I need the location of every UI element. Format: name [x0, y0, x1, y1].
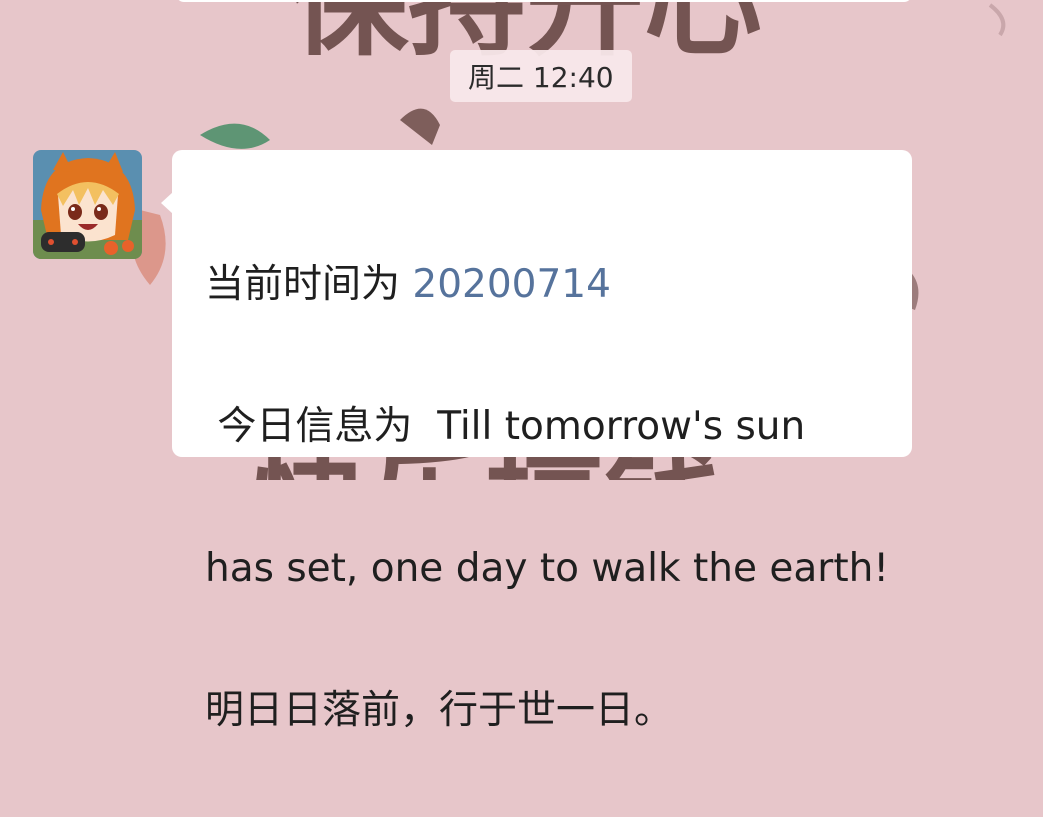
- message-timestamp: 周二 12:40: [450, 50, 632, 102]
- message-line-2: 今日信息为 Till tomorrow's sun: [205, 404, 806, 449]
- date-link[interactable]: 20200714: [412, 262, 611, 307]
- message-bubble[interactable]: 当前时间为 20200714 今日信息为 Till tomorrow's sun…: [161, 150, 912, 733]
- previous-message-bubble[interactable]: [176, 0, 912, 2]
- message-line-1: 当前时间为 20200714: [205, 249, 905, 320]
- message-prefix: 当前时间为: [205, 262, 413, 307]
- avatar-image: [33, 150, 142, 259]
- message-text: 当前时间为 20200714 今日信息为 Till tomorrow's sun…: [205, 178, 905, 817]
- message-line-3: has set, one day to walk the earth!: [205, 546, 889, 591]
- message-line-4: 明日日落前，行于世一日。: [205, 688, 674, 733]
- sender-avatar[interactable]: [33, 150, 142, 259]
